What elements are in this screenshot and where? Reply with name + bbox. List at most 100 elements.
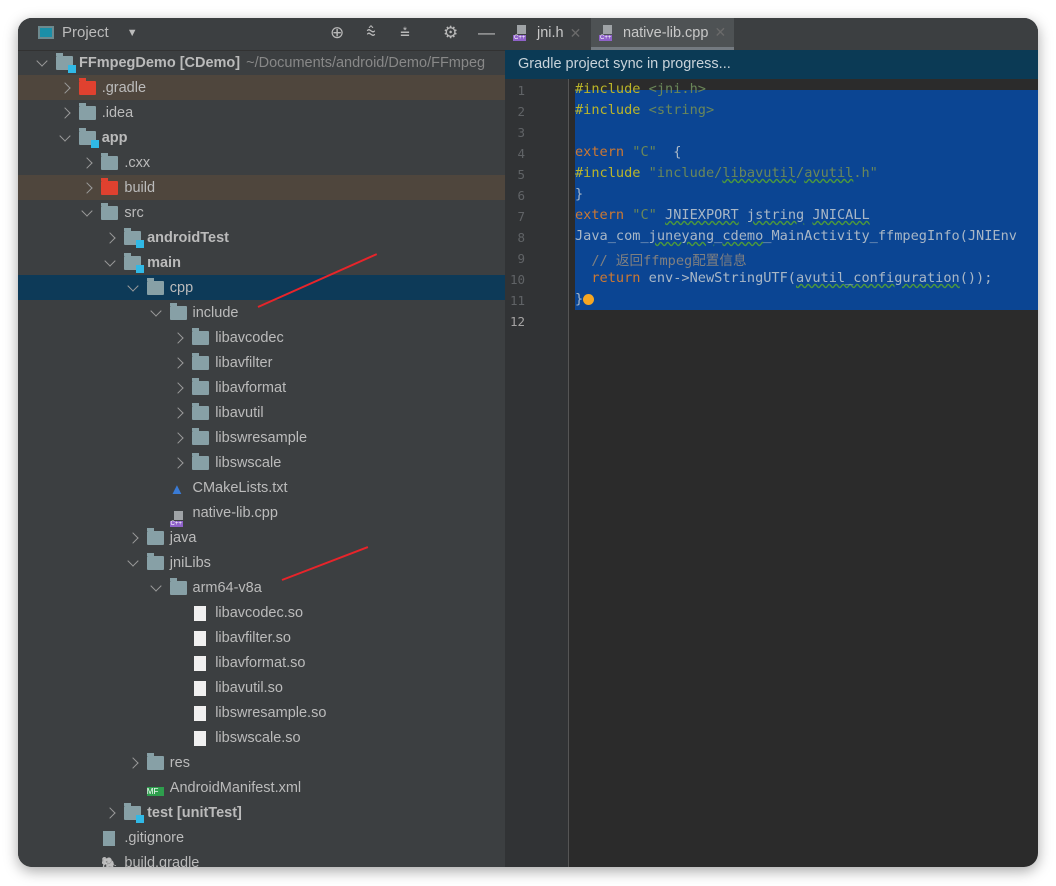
code-token: Java_com_: [575, 228, 649, 244]
tree-item[interactable]: cpp: [18, 275, 505, 300]
tree-item-label: CMakeLists.txt: [192, 479, 288, 496]
tree-item-label: libavutil.so: [215, 679, 283, 696]
tree-item[interactable]: build: [18, 175, 505, 200]
file-icon: [194, 606, 207, 621]
chevron-right-icon[interactable]: [172, 431, 184, 444]
tree-item[interactable]: .cxx: [18, 150, 505, 175]
file-icon: [194, 656, 207, 671]
sync-banner: Gradle project sync in progress...: [505, 50, 1038, 79]
chevron-right-icon[interactable]: [81, 181, 94, 194]
code-token: extern: [575, 207, 633, 223]
tree-item[interactable]: res: [18, 750, 505, 775]
code-token: JNICALL: [812, 207, 870, 223]
tab-native-lib-cpp[interactable]: native-lib.cpp ✕: [591, 18, 735, 50]
tree-item-label: libswresample: [215, 429, 308, 446]
code-token: #include: [575, 102, 649, 118]
tree-item[interactable]: libavcodec: [18, 325, 505, 350]
tree-item[interactable]: MF AndroidManifest.xml: [18, 775, 505, 800]
tree-item[interactable]: FFmpegDemo [CDemo] ~/Documents/android/De…: [18, 50, 505, 75]
chevron-down-icon[interactable]: [59, 129, 71, 142]
tree-item[interactable]: libavcodec.so: [18, 600, 505, 625]
tree-item[interactable]: jniLibs: [18, 550, 505, 575]
minimize-icon[interactable]: —: [478, 23, 495, 43]
tree-item[interactable]: app: [18, 125, 505, 150]
chevron-down-icon[interactable]: [104, 254, 116, 267]
code-token: avutil_configuration: [796, 270, 960, 286]
code-line: extern "C" JNIEXPORT jstring JNICALL: [575, 207, 870, 223]
chevron-right-icon[interactable]: [172, 356, 184, 369]
code-token: // 返回ffmpeg配置信息: [575, 253, 747, 269]
locate-icon[interactable]: ⊕: [330, 23, 344, 43]
tree-item[interactable]: libswresample: [18, 425, 505, 450]
excluded-folder-icon: [78, 78, 96, 95]
tree-item[interactable]: libavfilter: [18, 350, 505, 375]
tree-item[interactable]: ▲ CMakeLists.txt: [18, 475, 505, 500]
code-token: env->NewStringUTF(: [648, 270, 796, 286]
chevron-down-icon[interactable]: [149, 579, 162, 592]
tree-item[interactable]: main: [18, 250, 505, 275]
tree-item-label: libavfilter.so: [215, 629, 291, 646]
expand-all-icon[interactable]: ⩯: [366, 23, 376, 43]
tree-item[interactable]: test [unitTest]: [18, 800, 505, 825]
tab-jni-h[interactable]: jni.h ✕: [505, 18, 589, 48]
lightbulb-icon[interactable]: [583, 293, 595, 305]
line-number: 1: [517, 83, 525, 98]
chevron-right-icon[interactable]: [172, 381, 184, 394]
tree-item-label: build: [124, 179, 156, 196]
collapse-all-icon[interactable]: ⩮: [400, 23, 410, 43]
gear-icon[interactable]: ⚙: [443, 23, 458, 43]
tree-item[interactable]: .idea: [18, 100, 505, 125]
module-folder-icon: [124, 803, 145, 823]
tree-item[interactable]: 🐘 build.gradle: [18, 850, 505, 868]
folder-icon: [192, 453, 210, 470]
chevron-down-icon[interactable]: [36, 54, 48, 67]
tree-item[interactable]: libavformat.so: [18, 650, 505, 675]
chevron-right-icon[interactable]: [127, 531, 139, 544]
tree-item[interactable]: libavutil.so: [18, 675, 505, 700]
tree-item[interactable]: .gitignore: [18, 825, 505, 850]
tree-item-label: java: [169, 529, 197, 546]
tree-item[interactable]: java: [18, 525, 505, 550]
folder-icon: [192, 428, 210, 445]
tree-item[interactable]: native-lib.cpp: [18, 500, 505, 527]
chevron-right-icon[interactable]: [104, 806, 116, 819]
line-number: 3: [517, 125, 525, 140]
tree-item[interactable]: libswresample.so: [18, 700, 505, 725]
code-token: JNIEXPORT: [665, 207, 739, 223]
chevron-right-icon[interactable]: [59, 81, 71, 94]
tree-item[interactable]: libavutil: [18, 400, 505, 425]
code-line: // 返回ffmpeg配置信息: [575, 249, 747, 269]
chevron-right-icon[interactable]: [127, 756, 139, 769]
chevron-right-icon[interactable]: [172, 331, 184, 344]
tree-item[interactable]: .gradle: [18, 75, 505, 100]
tree-item[interactable]: libswscale.so: [18, 725, 505, 750]
chevron-down-icon[interactable]: [127, 554, 139, 567]
project-view-selector[interactable]: Project ▼: [38, 24, 138, 41]
close-icon[interactable]: ✕: [570, 25, 582, 42]
editor-tabs: jni.h ✕ native-lib.cpp ✕: [505, 18, 1038, 50]
tree-item[interactable]: libavformat: [18, 375, 505, 400]
chevron-down-icon[interactable]: [127, 279, 139, 292]
chevron-right-icon[interactable]: [81, 156, 94, 169]
code-token: #include: [575, 81, 649, 97]
module-folder-icon: [124, 228, 145, 248]
chevron-right-icon[interactable]: [172, 406, 184, 419]
chevron-down-icon[interactable]: [81, 204, 94, 217]
line-number: 11: [509, 293, 525, 308]
chevron-right-icon[interactable]: [172, 456, 184, 469]
tree-item[interactable]: src: [18, 200, 505, 225]
chevron-down-icon[interactable]: [149, 304, 162, 317]
tree-item-label: libavutil: [215, 404, 264, 421]
chevron-right-icon[interactable]: [104, 231, 116, 244]
tree-item[interactable]: libavfilter.so: [18, 625, 505, 650]
tree-item[interactable]: arm64-v8a: [18, 575, 505, 600]
code-line: #include <string>: [575, 102, 714, 118]
gitignore-icon: [103, 831, 116, 846]
code-token: }: [575, 291, 584, 307]
ide-window: Project ▼ ⊕ ⩯ ⩮ ⚙ — FFmpegDemo [CDemo] ~/…: [18, 18, 1038, 867]
cpp-file-icon: [599, 24, 617, 41]
chevron-right-icon[interactable]: [59, 106, 71, 119]
tree-item[interactable]: androidTest: [18, 225, 505, 250]
close-icon[interactable]: ✕: [714, 24, 726, 41]
tree-item[interactable]: libswscale: [18, 450, 505, 475]
